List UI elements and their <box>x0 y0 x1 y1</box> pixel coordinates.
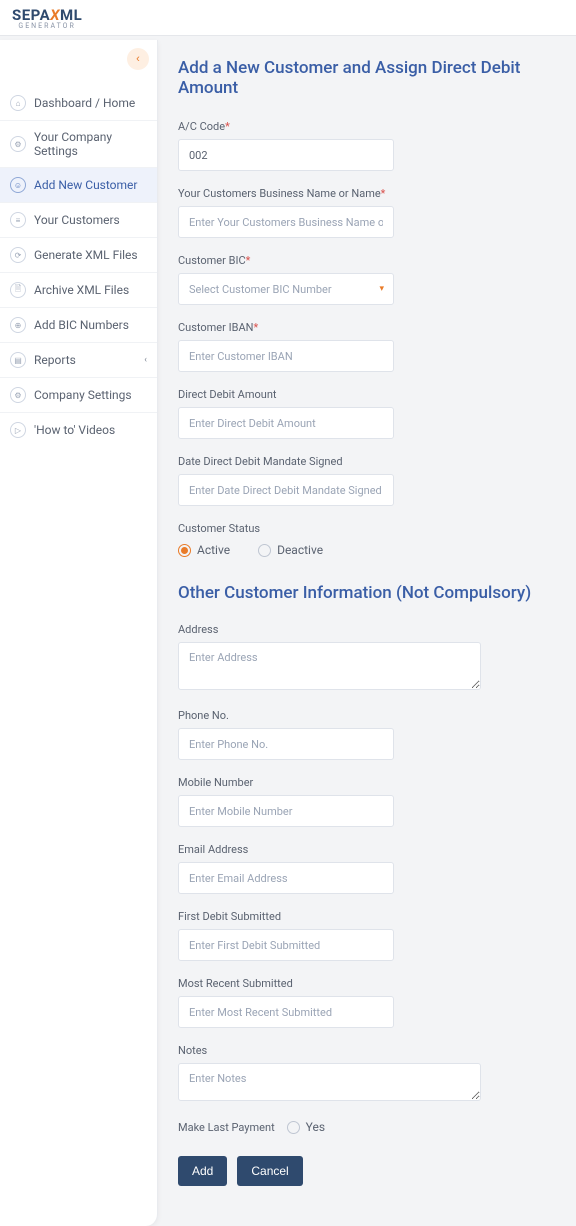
address-label: Address <box>178 623 568 636</box>
ac-code-label: A/C Code* <box>178 120 568 133</box>
radio-dot-off-icon <box>258 544 271 557</box>
sidebar-item-icon: ▤ <box>10 352 26 368</box>
sidebar-item[interactable]: ⌂ Dashboard / Home <box>0 86 157 121</box>
status-label: Customer Status <box>178 522 568 535</box>
phone-label: Phone No. <box>178 709 568 722</box>
ac-code-input[interactable] <box>178 139 394 171</box>
logo-sub: GENERATOR <box>12 22 82 30</box>
first-debit-input[interactable] <box>178 929 394 961</box>
mandate-date-input[interactable] <box>178 474 394 506</box>
notes-label: Notes <box>178 1044 568 1057</box>
topbar: SEPAXML GENERATOR <box>0 0 576 36</box>
sidebar-item[interactable]: ▤ Reports ‹ <box>0 343 157 378</box>
sidebar-item-label: Your Company Settings <box>34 130 147 158</box>
sidebar-item-icon: ⌂ <box>10 95 26 111</box>
chevron-left-icon: ‹ <box>136 53 140 65</box>
phone-input[interactable] <box>178 728 394 760</box>
debit-amount-input[interactable] <box>178 407 394 439</box>
sidebar-item-icon: ⚙ <box>10 136 26 152</box>
sidebar-item-label: 'How to' Videos <box>34 423 115 437</box>
sidebar-item-icon: 🗎 <box>10 282 26 298</box>
iban-label: Customer IBAN* <box>178 321 568 334</box>
recent-submitted-label: Most Recent Submitted <box>178 977 568 990</box>
sidebar-item[interactable]: ⚙ Your Company Settings <box>0 121 157 168</box>
chevron-left-icon: ‹ <box>144 355 147 365</box>
sidebar-item[interactable]: ⚙ Company Settings <box>0 378 157 413</box>
status-active-radio[interactable]: Active <box>178 543 230 557</box>
sidebar-item-label: Your Customers <box>34 213 120 227</box>
sidebar-item-label: Archive XML Files <box>34 283 129 297</box>
bic-label: Customer BIC* <box>178 254 568 267</box>
sidebar-item-icon: ≡ <box>10 212 26 228</box>
recent-submitted-input[interactable] <box>178 996 394 1028</box>
mandate-date-label: Date Direct Debit Mandate Signed <box>178 455 568 468</box>
main-content: Add a New Customer and Assign Direct Deb… <box>158 36 576 1226</box>
radio-dot-on-icon <box>178 544 191 557</box>
other-info-heading: Other Customer Information (Not Compulso… <box>178 583 568 603</box>
sidebar-item-icon: ▷ <box>10 422 26 438</box>
business-name-input[interactable] <box>178 206 394 238</box>
cancel-button[interactable]: Cancel <box>237 1156 302 1186</box>
address-input[interactable] <box>178 642 481 690</box>
first-debit-label: First Debit Submitted <box>178 910 568 923</box>
last-payment-label: Make Last Payment <box>178 1121 275 1134</box>
logo[interactable]: SEPAXML GENERATOR <box>12 6 82 30</box>
business-name-label: Your Customers Business Name or Name* <box>178 187 568 200</box>
notes-input[interactable] <box>178 1063 481 1101</box>
add-button[interactable]: Add <box>178 1156 227 1186</box>
bic-select[interactable]: Select Customer BIC Number <box>178 273 394 305</box>
sidebar-item[interactable]: ▷ 'How to' Videos <box>0 413 157 447</box>
sidebar-item-icon: ⊕ <box>10 317 26 333</box>
mobile-label: Mobile Number <box>178 776 568 789</box>
mobile-input[interactable] <box>178 795 394 827</box>
iban-input[interactable] <box>178 340 394 372</box>
debit-amount-label: Direct Debit Amount <box>178 388 568 401</box>
sidebar-item-label: Company Settings <box>34 388 132 402</box>
sidebar-item[interactable]: ☺ Add New Customer <box>0 168 157 203</box>
radio-dot-off-icon <box>287 1121 300 1134</box>
sidebar-item-label: Dashboard / Home <box>34 96 135 110</box>
page-title: Add a New Customer and Assign Direct Deb… <box>178 58 568 98</box>
sidebar-item-icon: ☺ <box>10 177 26 193</box>
sidebar-collapse-button[interactable]: ‹ <box>127 48 149 70</box>
sidebar-item[interactable]: ⊕ Add BIC Numbers <box>0 308 157 343</box>
sidebar-item-label: Generate XML Files <box>34 248 138 262</box>
sidebar-list: ⌂ Dashboard / Home ⚙ Your Company Settings ☺… <box>0 86 157 447</box>
status-deactive-radio[interactable]: Deactive <box>258 543 323 557</box>
email-label: Email Address <box>178 843 568 856</box>
sidebar-item[interactable]: ≡ Your Customers <box>0 203 157 238</box>
sidebar-item-label: Add New Customer <box>34 178 137 192</box>
email-input[interactable] <box>178 862 394 894</box>
last-payment-yes-radio[interactable]: Yes <box>287 1120 325 1134</box>
sidebar-item[interactable]: 🗎 Archive XML Files <box>0 273 157 308</box>
sidebar-item[interactable]: ⟳ Generate XML Files <box>0 238 157 273</box>
sidebar-item-label: Add BIC Numbers <box>34 318 129 332</box>
sidebar-item-icon: ⟳ <box>10 247 26 263</box>
sidebar-item-icon: ⚙ <box>10 387 26 403</box>
sidebar: ‹ ⌂ Dashboard / Home ⚙ Your Company Setting… <box>0 40 158 1226</box>
sidebar-item-label: Reports <box>34 353 76 367</box>
